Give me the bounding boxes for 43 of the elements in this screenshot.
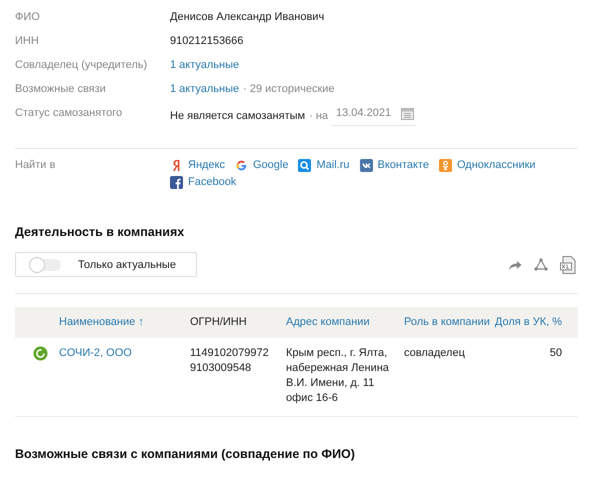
share-icon[interactable] [508,258,522,270]
field-label: Статус самозанятого [15,106,124,121]
search-link[interactable]: Яндекс [170,158,225,173]
magnifier-icon [298,159,312,172]
vk-icon [360,159,372,172]
column-header: ОГРН/ИНН [190,307,286,338]
date-field[interactable]: 13.04.2021 [332,106,416,126]
table-cell-text: Крым респ., г. Ялта, набережная Ленина В.И. Имени, д. 11 офис 16-6 [286,346,390,406]
switch-icon [28,256,62,272]
column-header[interactable]: Роль в компании [404,307,494,338]
search-link[interactable]: Вконтакте [360,158,429,173]
field-value: Не является самозанятым [170,108,306,124]
search-label: Найти в [15,158,56,173]
field-label: ИНН [15,34,40,49]
section-heading: Возможные связи с компаниями (совпадение по ФИО) [15,447,356,461]
search-link[interactable]: Google [235,158,288,173]
field-note: · на [309,108,328,124]
section-heading: Деятельность в компаниях [15,225,186,239]
field-link[interactable]: 1 актуальные [170,58,240,73]
column-header[interactable]: Доля в УК, % [494,307,578,338]
graph-icon[interactable] [534,258,548,271]
field-value: 910212153666 [170,34,244,49]
search-link[interactable]: Mail.ru [298,158,350,173]
search-link[interactable]: Facebook [170,175,236,190]
facebook-icon [170,176,183,189]
field-value: Денисов Александр Иванович [170,10,324,25]
field-link[interactable]: 1 актуальные [170,82,240,97]
field-note: · 29 исторические [243,82,335,97]
table-cell-text: совладелец [404,346,466,361]
table-cell-text: 50 [548,346,563,361]
field-label: Возможные связи [15,82,107,97]
filter-toggle[interactable]: Только актуальные [15,252,197,277]
field-label: Совладелец (учредитель) [15,58,148,73]
table-cell-text: 1149102079972 9103009548 [190,346,270,376]
field-label: ФИО [15,10,41,25]
odnoklassniki-icon [438,159,452,172]
column-header[interactable]: Адрес компании [286,307,404,338]
spreadsheet-icon[interactable] [560,256,576,274]
column-header[interactable]: Наименование ↑ [59,307,190,338]
calendar-icon [401,108,414,120]
search-link[interactable]: Одноклассники [438,158,536,173]
google-icon [235,159,248,172]
company-link[interactable]: СОЧИ-2, ООО [59,347,132,359]
